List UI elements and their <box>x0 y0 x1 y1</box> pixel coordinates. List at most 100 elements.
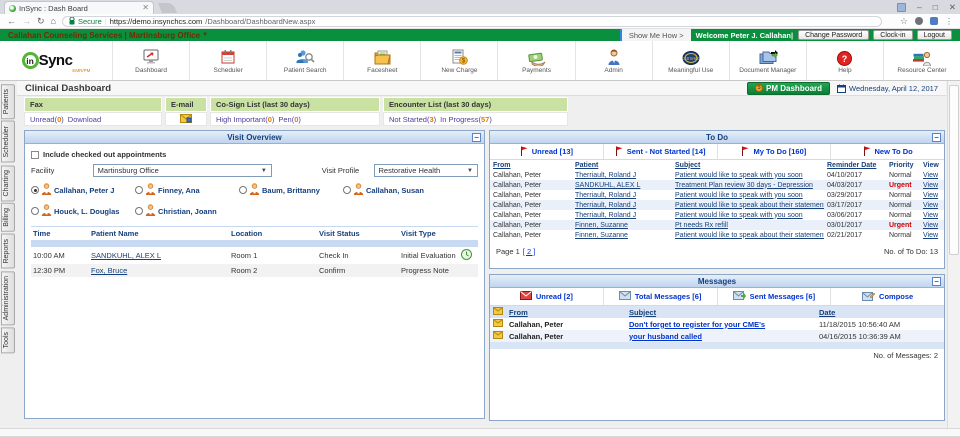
clock-in-button[interactable]: Clock-in <box>873 30 913 40</box>
show-me-how-button[interactable]: Show Me How > <box>619 29 691 41</box>
include-checkedout-checkbox[interactable] <box>31 150 39 159</box>
sidebar-tab-reports[interactable]: Reports <box>1 233 15 269</box>
provider-radio-callahan-susan[interactable]: Callahan, Susan <box>343 183 478 197</box>
todo-subject-link[interactable]: Treatment Plan review 30 days - Depressi… <box>675 182 813 189</box>
logout-button[interactable]: Logout <box>916 30 952 40</box>
todo-tab-new-to-do[interactable]: New To Do <box>831 144 944 159</box>
messages-tab-unread-2[interactable]: Unread [2] <box>490 288 604 305</box>
insync-logo[interactable]: in Sync EMR/PM <box>0 41 112 80</box>
close-icon[interactable]: ✕ <box>949 2 956 13</box>
summary-link-high-important[interactable]: High Important(0) <box>216 115 274 124</box>
visit-patient-link[interactable]: Fox, Bruce <box>91 266 127 275</box>
forward-icon[interactable]: → <box>22 16 31 26</box>
nav-item-meaningful-use[interactable]: CERTIFIED Meaningful Use <box>651 41 729 80</box>
bookmark-star-icon[interactable]: ☆ <box>900 16 908 27</box>
horizontal-scrollbar[interactable] <box>0 428 960 437</box>
home-icon[interactable]: ⌂ <box>51 16 56 26</box>
messages-col-date[interactable]: Date <box>816 306 944 318</box>
tab-close-icon[interactable]: ✕ <box>142 4 149 12</box>
change-password-button[interactable]: Change Password <box>798 30 870 40</box>
nav-item-payments[interactable]: Payments <box>497 41 574 80</box>
todo-subject-link[interactable]: Patient would like to speak with you soo… <box>675 172 803 179</box>
browser-tab[interactable]: InSync : Dash Board ✕ <box>4 1 154 14</box>
summary-link-unread[interactable]: Unread(0) <box>30 115 64 124</box>
todo-tab-my-to-do-160[interactable]: My To Do [160] <box>718 144 832 159</box>
sidebar-tab-scheduler[interactable]: Scheduler <box>1 121 15 163</box>
provider-radio-christian-joann[interactable]: Christian, Joann <box>135 204 239 218</box>
todo-view-link[interactable]: View <box>923 192 938 199</box>
messages-col-subject[interactable]: Subject <box>626 306 816 318</box>
visit-status-icon[interactable] <box>461 249 472 262</box>
summary-link-download[interactable]: Download <box>68 115 101 124</box>
nav-item-document-manager[interactable]: Document Manager <box>728 41 806 80</box>
nav-item-facesheet[interactable]: Facesheet <box>343 41 420 80</box>
summary-link-pen[interactable]: Pen(0) <box>278 115 301 124</box>
summary-link-not-started[interactable]: Not Started(3) <box>389 115 436 124</box>
browser-badge-icon[interactable] <box>897 2 906 12</box>
extension2-icon[interactable] <box>930 17 938 25</box>
messages-tab-total-messages-6[interactable]: Total Messages [6] <box>604 288 718 305</box>
summary-link-in-progress[interactable]: In Progress(57) <box>440 115 492 124</box>
todo-patient-link[interactable]: Finnen, Suzanne <box>575 222 628 229</box>
messages-collapse-icon[interactable]: − <box>932 277 941 286</box>
visit-profile-select[interactable]: Restorative Health ▼ <box>373 164 478 177</box>
message-subject-link[interactable]: your husband called <box>629 332 702 341</box>
todo-collapse-icon[interactable]: − <box>932 133 941 142</box>
maximize-icon[interactable]: □ <box>933 2 938 12</box>
sidebar-tab-billing[interactable]: Billing <box>1 203 15 232</box>
extension-icon[interactable] <box>915 17 923 25</box>
todo-view-link[interactable]: View <box>923 232 938 239</box>
todo-patient-link[interactable]: Therriault, Roland J <box>575 192 636 199</box>
todo-subject-link[interactable]: Patient would like to speak with you soo… <box>675 192 803 199</box>
todo-page2-link[interactable]: [ 2 ] <box>523 247 536 256</box>
browser-menu-icon[interactable]: ⋮ <box>945 17 953 26</box>
todo-patient-link[interactable]: SANDKUHL, ALEX L <box>575 182 640 189</box>
address-bar[interactable]: Secure | https://demo.insynchcs.com /Das… <box>61 15 882 27</box>
sidebar-tab-patients[interactable]: Patients <box>1 84 15 120</box>
sidebar-tab-charting[interactable]: Charting <box>1 164 15 202</box>
refresh-icon[interactable]: ↻ <box>37 16 45 26</box>
visit-collapse-icon[interactable]: − <box>472 133 481 142</box>
todo-view-link[interactable]: View <box>923 172 938 179</box>
todo-subject-link[interactable]: Pt needs Rx refill <box>675 222 728 229</box>
nav-item-scheduler[interactable]: Scheduler <box>189 41 266 80</box>
messages-tab-compose[interactable]: Compose <box>831 288 944 305</box>
provider-radio-baum-brittanny[interactable]: Baum, Brittanny <box>239 183 343 197</box>
todo-view-link[interactable]: View <box>923 222 938 229</box>
todo-col-patient[interactable]: Patient <box>572 160 672 170</box>
nav-item-patient-search[interactable]: Patient Search <box>266 41 343 80</box>
todo-subject-link[interactable]: Patient would like to speak about their … <box>675 232 824 239</box>
nav-item-resource-center[interactable]: Resource Center <box>882 41 960 80</box>
org-caret-icon[interactable]: ▼ <box>202 32 208 38</box>
todo-col-subject[interactable]: Subject <box>672 160 824 170</box>
todo-subject-link[interactable]: Patient would like to speak about their … <box>675 202 824 209</box>
todo-patient-link[interactable]: Therriault, Roland J <box>575 172 636 179</box>
todo-tab-sent-not-started-14[interactable]: Sent - Not Started [14] <box>604 144 718 159</box>
sidebar-tab-administration[interactable]: Administration <box>1 270 15 325</box>
todo-view-link[interactable]: View <box>923 202 938 209</box>
todo-view-link[interactable]: View <box>923 182 938 189</box>
pm-dashboard-button[interactable]: $ PM Dashboard <box>747 81 831 95</box>
provider-radio-callahan-peter-j[interactable]: Callahan, Peter J <box>31 183 135 197</box>
messages-col-from[interactable]: From <box>506 306 626 318</box>
sidebar-tab-tools[interactable]: Tools <box>1 326 15 354</box>
provider-radio-houck-l-douglas[interactable]: Houck, L. Douglas <box>31 204 135 218</box>
todo-patient-link[interactable]: Therriault, Roland J <box>575 212 636 219</box>
nav-item-dashboard[interactable]: Dashboard <box>112 41 189 80</box>
visit-patient-link[interactable]: SANDKUHL, ALEX L <box>91 251 161 260</box>
provider-radio-finney-ana[interactable]: Finney, Ana <box>135 183 239 197</box>
todo-patient-link[interactable]: Therriault, Roland J <box>575 202 636 209</box>
nav-item-admin[interactable]: Admin <box>574 41 652 80</box>
todo-col-reminder-date[interactable]: Reminder Date <box>824 160 886 170</box>
todo-tab-unread-13[interactable]: Unread [13] <box>490 144 604 159</box>
todo-subject-link[interactable]: Patient would like to speak with you soo… <box>675 212 803 219</box>
nav-item-help[interactable]: ? Help <box>805 41 883 80</box>
message-subject-link[interactable]: Don't forget to register for your CME's <box>629 320 765 329</box>
email-icon[interactable] <box>180 113 192 125</box>
facility-select[interactable]: Martinsburg Office ▼ <box>92 164 272 177</box>
minimize-icon[interactable]: – <box>917 2 922 12</box>
todo-patient-link[interactable]: Finnen, Suzanne <box>575 232 628 239</box>
todo-col-from[interactable]: From <box>490 160 572 170</box>
vertical-scrollbar[interactable] <box>947 81 960 428</box>
new-tab-button[interactable] <box>157 3 178 13</box>
